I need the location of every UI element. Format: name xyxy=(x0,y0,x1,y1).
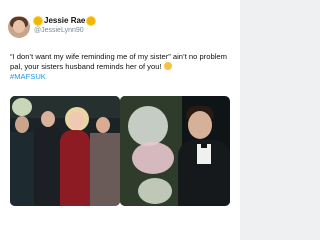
tweet-body: “I don’t want my wife reminding me of my… xyxy=(10,52,227,71)
person-3-head xyxy=(69,112,84,129)
display-name[interactable]: Jessie Rae xyxy=(44,16,85,25)
person-4-head xyxy=(96,117,110,133)
person-1-head xyxy=(15,116,29,133)
grimace-emoji-icon xyxy=(163,62,172,70)
sunflower-emoji-icon xyxy=(34,16,42,25)
white-flower-cluster xyxy=(128,106,168,146)
tweet-card: Jessie Rae @JessieLynn90 “I don’t want m… xyxy=(0,0,240,240)
right-photo[interactable] xyxy=(120,96,230,206)
tweet-text: “I don’t want my wife reminding me of my… xyxy=(10,52,234,82)
hashtag-link[interactable]: #MAFSUK xyxy=(10,72,46,81)
bowtie xyxy=(201,144,207,148)
pink-flower-cluster xyxy=(132,142,174,174)
sunflower-emoji-icon xyxy=(87,16,96,25)
person-2-head xyxy=(41,111,55,127)
flower-decoration xyxy=(12,98,32,116)
user-handle[interactable]: @JessieLynn90 xyxy=(34,27,84,34)
person-4-body xyxy=(90,133,120,206)
left-photo[interactable] xyxy=(10,96,120,206)
person-3-body xyxy=(60,130,90,206)
groom-head xyxy=(188,111,212,139)
avatar-face xyxy=(13,20,25,33)
display-name-row[interactable]: Jessie Rae xyxy=(34,16,96,25)
avatar[interactable] xyxy=(8,16,30,38)
white-flower-cluster-lower xyxy=(138,178,172,204)
person-2-body xyxy=(34,127,62,206)
